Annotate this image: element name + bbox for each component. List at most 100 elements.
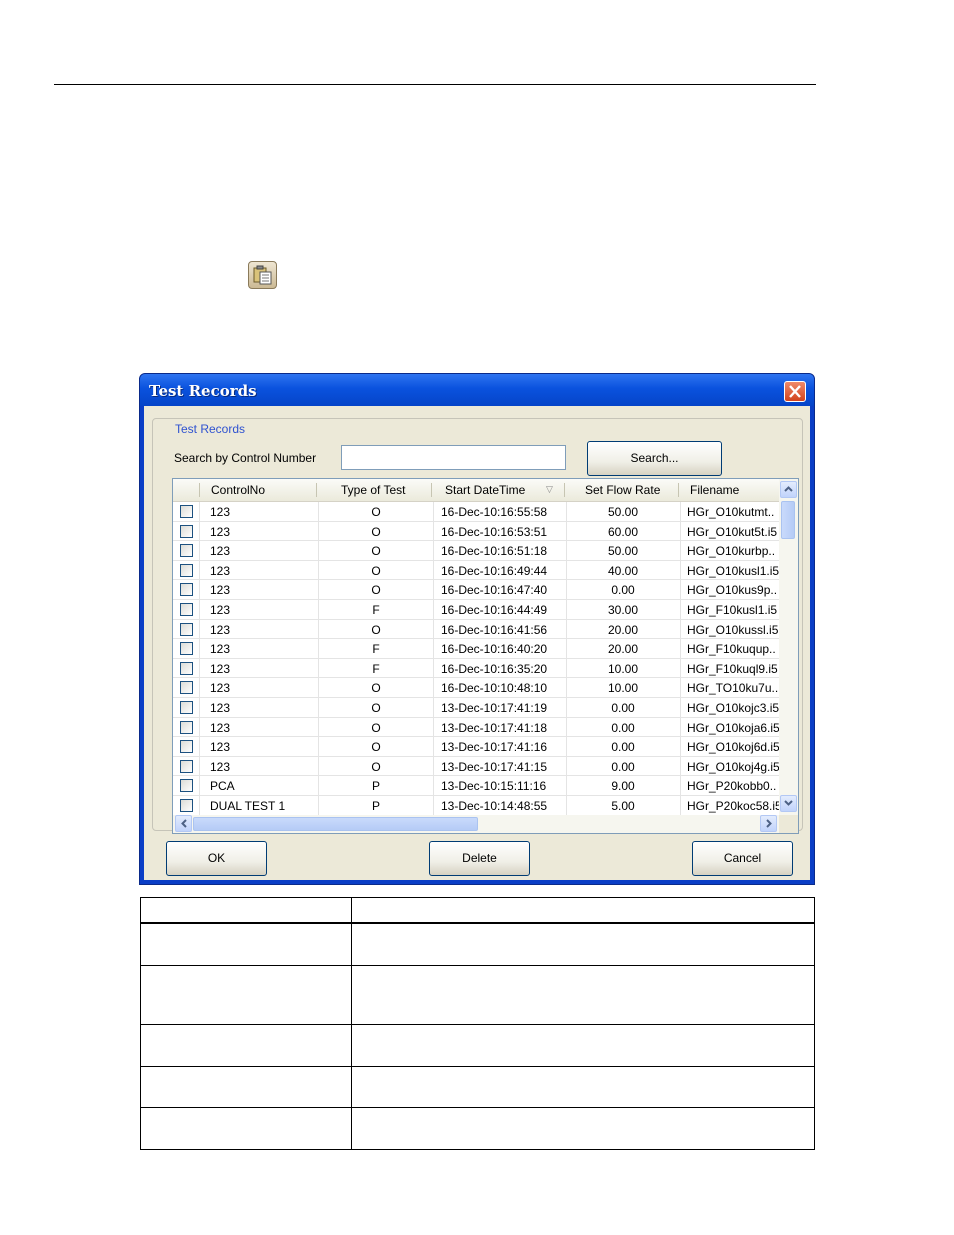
cell-flow-rate: 40.00 (607, 563, 639, 578)
cell-control-no: 123 (210, 642, 231, 657)
cell-start-datetime: 16-Dec-10:16:44:49 (441, 603, 548, 617)
title-bar[interactable]: Test Records (140, 374, 814, 406)
description-table (140, 897, 815, 1150)
header-divider (316, 483, 317, 497)
horizontal-scroll-thumb[interactable] (193, 817, 478, 831)
scroll-right-button[interactable] (760, 815, 777, 832)
vertical-scroll-thumb[interactable] (781, 501, 795, 539)
row-checkbox[interactable] (180, 524, 193, 538)
table-row[interactable]: 123 F 16-Dec-10:16:44:49 30.00 HGr_F10kusl1.… (173, 600, 779, 620)
cell-flow-rate: 0.00 (611, 701, 635, 715)
table-row[interactable]: 123 F 16-Dec-10:16:35:20 10.00 HGr_F10kuql9.… (173, 659, 779, 679)
table-row[interactable]: 123 O 16-Dec-10:16:47:40 0.00 HGr_O10kus9p.. (173, 580, 779, 600)
column-header-type[interactable]: Type of Test (341, 483, 405, 497)
column-header-filename[interactable]: Filename (690, 483, 739, 497)
cell-flow-rate: 30.00 (607, 603, 639, 617)
cell-filename: HGr_O10koja6.i5 (687, 720, 779, 735)
cell-start-datetime: 13-Dec-10:17:41:15 (441, 759, 548, 774)
control-number-search-input[interactable] (341, 445, 566, 470)
cell-type-of-test: F (372, 603, 380, 617)
table-row-rule (141, 1107, 814, 1108)
cell-start-datetime: 13-Dec-10:17:41:19 (441, 701, 548, 715)
cell-control-no: DUAL TEST 1 (210, 799, 286, 813)
cell-control-no: 123 (210, 603, 231, 617)
close-button[interactable] (784, 381, 806, 402)
cell-type-of-test: O (371, 544, 381, 559)
ok-button[interactable]: OK (166, 841, 267, 876)
table-row[interactable]: 123 O 13-Dec-10:17:41:16 0.00 HGr_O10koj6d.i… (173, 737, 779, 757)
cell-control-no: 123 (210, 544, 231, 559)
table-row[interactable]: PCA P 13-Dec-10:15:11:16 9.00 HGr_P20kobb0.. (173, 776, 779, 796)
cell-type-of-test: O (371, 720, 381, 735)
table-row[interactable]: 123 O 16-Dec-10:16:49:44 40.00 HGr_O10kusl1.… (173, 561, 779, 581)
sort-descending-icon: ▽ (546, 484, 553, 494)
cell-filename: HGr_O10kusl1.i5 (687, 563, 779, 578)
cell-control-no: 123 (210, 759, 231, 774)
table-row[interactable]: 123 O 13-Dec-10:17:41:15 0.00 HGr_O10koj4g.i… (173, 757, 779, 777)
row-checkbox[interactable] (180, 622, 193, 636)
cell-filename: HGr_O10kussl.i5 (687, 622, 779, 637)
header-divider (678, 483, 679, 497)
row-checkbox[interactable] (180, 740, 193, 754)
row-checkbox[interactable] (180, 563, 193, 577)
cell-start-datetime: 16-Dec-10:16:41:56 (441, 622, 548, 637)
cell-type-of-test: O (371, 701, 381, 715)
table-row[interactable]: 123 O 16-Dec-10:16:51:18 50.00 HGr_O10kurbp.… (173, 541, 779, 561)
table-row[interactable]: 123 O 16-Dec-10:10:48:10 10.00 HGr_TO10ku7u.… (173, 678, 779, 698)
row-checkbox[interactable] (180, 681, 193, 695)
cell-start-datetime: 16-Dec-10:16:51:18 (441, 544, 548, 559)
table-row[interactable]: 123 O 13-Dec-10:17:41:18 0.00 HGr_O10koja6.i… (173, 718, 779, 738)
row-checkbox[interactable] (180, 701, 193, 714)
cancel-button[interactable]: Cancel (692, 841, 793, 876)
table-row[interactable]: 123 O 16-Dec-10:16:41:56 20.00 HGr_O10kussl.… (173, 620, 779, 640)
scroll-left-button[interactable] (175, 815, 192, 832)
cell-filename: HGr_P20kobb0.. (687, 779, 777, 794)
row-checkbox[interactable] (180, 799, 193, 812)
cell-control-no: 123 (210, 563, 231, 578)
row-checkbox[interactable] (180, 642, 193, 656)
cell-start-datetime: 16-Dec-10:16:40:20 (441, 642, 548, 657)
cell-type-of-test: O (371, 563, 381, 578)
cell-flow-rate: 20.00 (607, 642, 639, 657)
records-grid: ControlNo Type of Test Start DateTime ▽ … (172, 478, 799, 834)
vertical-scrollbar[interactable] (779, 479, 798, 815)
column-header-start-datetime[interactable]: Start DateTime (445, 483, 525, 497)
row-checkbox[interactable] (180, 759, 193, 773)
cell-type-of-test: O (371, 740, 381, 755)
row-checkbox[interactable] (180, 661, 193, 675)
horizontal-scrollbar[interactable] (173, 815, 779, 833)
column-header-controlno[interactable]: ControlNo (211, 483, 265, 497)
search-button[interactable]: Search... (587, 441, 722, 476)
scroll-down-button[interactable] (780, 795, 797, 812)
table-row[interactable]: 123 O 13-Dec-10:17:41:19 0.00 HGr_O10kojc3.i… (173, 698, 779, 718)
table-row[interactable]: 123 F 16-Dec-10:16:40:20 20.00 HGr_F10kuqup.… (173, 639, 779, 659)
cell-filename: HGr_P20koc58.i5 (687, 799, 779, 813)
cell-start-datetime: 16-Dec-10:16:55:58 (441, 505, 548, 519)
cell-flow-rate: 10.00 (607, 681, 639, 696)
cell-start-datetime: 16-Dec-10:16:53:51 (441, 524, 548, 539)
table-row[interactable]: 123 O 16-Dec-10:16:53:51 60.00 HGr_O10kut5t.… (173, 522, 779, 542)
column-header-flow-rate[interactable]: Set Flow Rate (585, 483, 660, 497)
dialog-body: Test Records Search by Control Number Se… (144, 406, 810, 880)
row-checkbox[interactable] (180, 544, 193, 558)
table-row[interactable]: 123 O 16-Dec-10:16:55:58 50.00 HGr_O10kutmt.… (173, 502, 779, 522)
cell-filename: HGr_O10koj6d.i5 (687, 740, 779, 755)
cell-filename: HGr_F10kuqup.. (687, 642, 776, 657)
cell-filename: HGr_O10koj4g.i5 (687, 759, 779, 774)
cell-type-of-test: P (371, 779, 380, 794)
test-records-group: Test Records Search by Control Number Se… (152, 418, 803, 834)
delete-button[interactable]: Delete (429, 841, 530, 876)
row-checkbox[interactable] (180, 505, 193, 518)
cell-start-datetime: 16-Dec-10:16:49:44 (441, 563, 548, 578)
row-checkbox[interactable] (180, 603, 193, 616)
group-label: Test Records (173, 422, 248, 436)
row-checkbox[interactable] (180, 720, 193, 734)
test-records-dialog: Test Records Test Records Search by Cont… (139, 373, 815, 885)
test-records-icon (248, 261, 277, 289)
cell-type-of-test: O (371, 759, 381, 774)
scroll-up-button[interactable] (780, 481, 797, 498)
row-checkbox[interactable] (180, 583, 193, 597)
cell-start-datetime: 16-Dec-10:16:47:40 (441, 583, 548, 598)
row-checkbox[interactable] (180, 779, 193, 793)
table-row[interactable]: DUAL TEST 1 P 13-Dec-10:14:48:55 5.00 HGr_P2… (173, 796, 779, 815)
